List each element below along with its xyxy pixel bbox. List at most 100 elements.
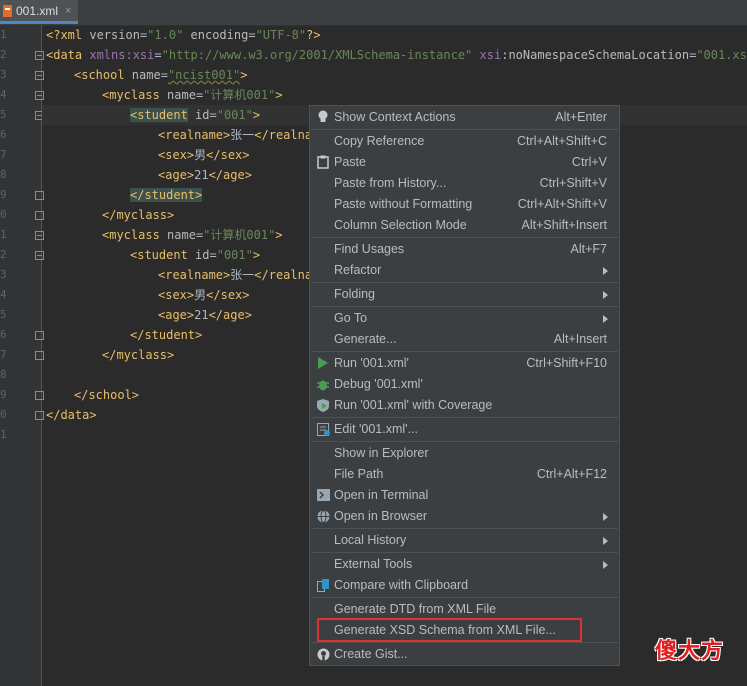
fold-end-icon[interactable]: [35, 391, 44, 400]
code-line: <school name="ncist001">: [74, 68, 248, 82]
menu-item-generate-dtd[interactable]: Generate DTD from XML File: [310, 599, 619, 620]
fold-end-icon[interactable]: [35, 351, 44, 360]
menu-item-show-context-actions[interactable]: Show Context Actions Alt+Enter: [310, 107, 619, 128]
tab-001-xml[interactable]: 001.xml ×: [0, 0, 78, 24]
submenu-arrow-icon: [603, 513, 608, 521]
line-number: 3: [0, 268, 6, 281]
submenu-arrow-icon: [603, 537, 608, 545]
menu-item-paste-from-history[interactable]: Paste from History... Ctrl+Shift+V: [310, 173, 619, 194]
line-number: 8: [0, 368, 6, 381]
menu-item-create-gist[interactable]: Create Gist...: [310, 644, 619, 665]
menu-item-column-selection-mode[interactable]: Column Selection Mode Alt+Shift+Insert: [310, 215, 619, 236]
code-line: <realname>张一</realna: [158, 128, 313, 142]
submenu-arrow-icon: [603, 291, 608, 299]
menu-item-file-path[interactable]: File Path Ctrl+Alt+F12: [310, 464, 619, 485]
line-number: 2: [0, 48, 6, 61]
lightbulb-icon: [316, 110, 330, 124]
line-number: 6: [0, 328, 6, 341]
menu-item-compare-with-clipboard[interactable]: Compare with Clipboard: [310, 575, 619, 596]
fold-minus-icon[interactable]: [35, 251, 44, 260]
fold-minus-icon[interactable]: [35, 91, 44, 100]
menu-separator: [311, 129, 618, 130]
paste-icon: [316, 155, 330, 169]
menu-item-run[interactable]: Run '001.xml' Ctrl+Shift+F10: [310, 353, 619, 374]
line-number: 5: [0, 108, 6, 121]
menu-item-folding[interactable]: Folding: [310, 284, 619, 305]
line-number: 5: [0, 308, 6, 321]
menu-item-external-tools[interactable]: External Tools: [310, 554, 619, 575]
fold-end-icon[interactable]: [35, 191, 44, 200]
fold-minus-icon[interactable]: [35, 231, 44, 240]
menu-item-local-history[interactable]: Local History: [310, 530, 619, 551]
line-number: 9: [0, 188, 6, 201]
menu-item-paste[interactable]: Paste Ctrl+V: [310, 152, 619, 173]
menu-item-edit-configuration[interactable]: Edit '001.xml'...: [310, 419, 619, 440]
compare-icon: [316, 578, 330, 592]
line-number: 7: [0, 348, 6, 361]
code-line: <sex>男</sex>: [158, 148, 250, 162]
menu-item-open-in-browser[interactable]: Open in Browser: [310, 506, 619, 527]
editor-context-menu: Show Context Actions Alt+Enter Copy Refer…: [309, 105, 620, 666]
code-line: </student>: [130, 328, 203, 342]
menu-separator: [311, 528, 618, 529]
editor-tab-bar: 001.xml ×: [0, 0, 747, 26]
fold-minus-icon[interactable]: [35, 71, 44, 80]
menu-item-run-with-coverage[interactable]: Run '001.xml' with Coverage: [310, 395, 619, 416]
edit-config-icon: [316, 422, 330, 436]
line-number: 0: [0, 208, 6, 221]
code-line: </school>: [74, 388, 140, 402]
menu-separator: [311, 417, 618, 418]
menu-separator: [311, 441, 618, 442]
menu-separator: [311, 552, 618, 553]
menu-separator: [311, 597, 618, 598]
submenu-arrow-icon: [603, 315, 608, 323]
globe-icon: [316, 509, 330, 523]
line-number: 6: [0, 128, 6, 141]
menu-item-refactor[interactable]: Refactor: [310, 260, 619, 281]
highlight-annotation: [317, 618, 582, 642]
menu-item-find-usages[interactable]: Find Usages Alt+F7: [310, 239, 619, 260]
menu-item-paste-without-formatting[interactable]: Paste without Formatting Ctrl+Alt+Shift+V: [310, 194, 619, 215]
github-icon: [316, 647, 330, 661]
menu-separator: [311, 306, 618, 307]
code-line: </myclass>: [102, 348, 175, 362]
code-line: </myclass>: [102, 208, 175, 222]
fold-end-icon[interactable]: [35, 211, 44, 220]
line-number: 1: [0, 228, 6, 241]
menu-separator: [311, 642, 618, 643]
terminal-icon: [316, 488, 330, 502]
menu-item-generate[interactable]: Generate... Alt+Insert: [310, 329, 619, 350]
fold-end-icon[interactable]: [35, 331, 44, 340]
menu-item-copy-reference[interactable]: Copy Reference Ctrl+Alt+Shift+C: [310, 131, 619, 152]
menu-item-show-in-explorer[interactable]: Show in Explorer: [310, 443, 619, 464]
fold-end-icon[interactable]: [35, 411, 44, 420]
menu-item-open-in-terminal[interactable]: Open in Terminal: [310, 485, 619, 506]
menu-item-go-to[interactable]: Go To: [310, 308, 619, 329]
fold-minus-icon[interactable]: [35, 51, 44, 60]
watermark: 傻大方: [655, 639, 725, 664]
code-line: <myclass name="计算机001">: [102, 88, 283, 102]
code-line: <myclass name="计算机001">: [102, 228, 283, 242]
line-number-gutter: 1 2 3 4 5 6 7 8 9 0 1 2 3 4 5 6 7 8 9 0 …: [0, 25, 44, 686]
code-line: <student id="001">: [130, 108, 261, 122]
xml-file-icon: [3, 4, 12, 17]
line-number: 4: [0, 288, 6, 301]
line-number: 3: [0, 68, 6, 81]
line-number: 1: [0, 28, 6, 41]
menu-separator: [311, 237, 618, 238]
code-line: </data>: [46, 408, 97, 422]
code-line: <?xml version="1.0" encoding="UTF-8"?>: [46, 28, 321, 42]
line-number: 8: [0, 168, 6, 181]
close-icon[interactable]: ×: [65, 5, 71, 17]
line-number: 2: [0, 248, 6, 261]
debug-icon: [316, 377, 330, 391]
menu-item-debug[interactable]: Debug '001.xml': [310, 374, 619, 395]
line-number: 1: [0, 428, 6, 441]
code-line: <student id="001">: [130, 248, 261, 262]
code-line: </student>: [130, 188, 203, 202]
line-number: 0: [0, 408, 6, 421]
submenu-arrow-icon: [603, 561, 608, 569]
run-icon: [316, 356, 330, 370]
menu-separator: [311, 282, 618, 283]
line-number: 4: [0, 88, 6, 101]
